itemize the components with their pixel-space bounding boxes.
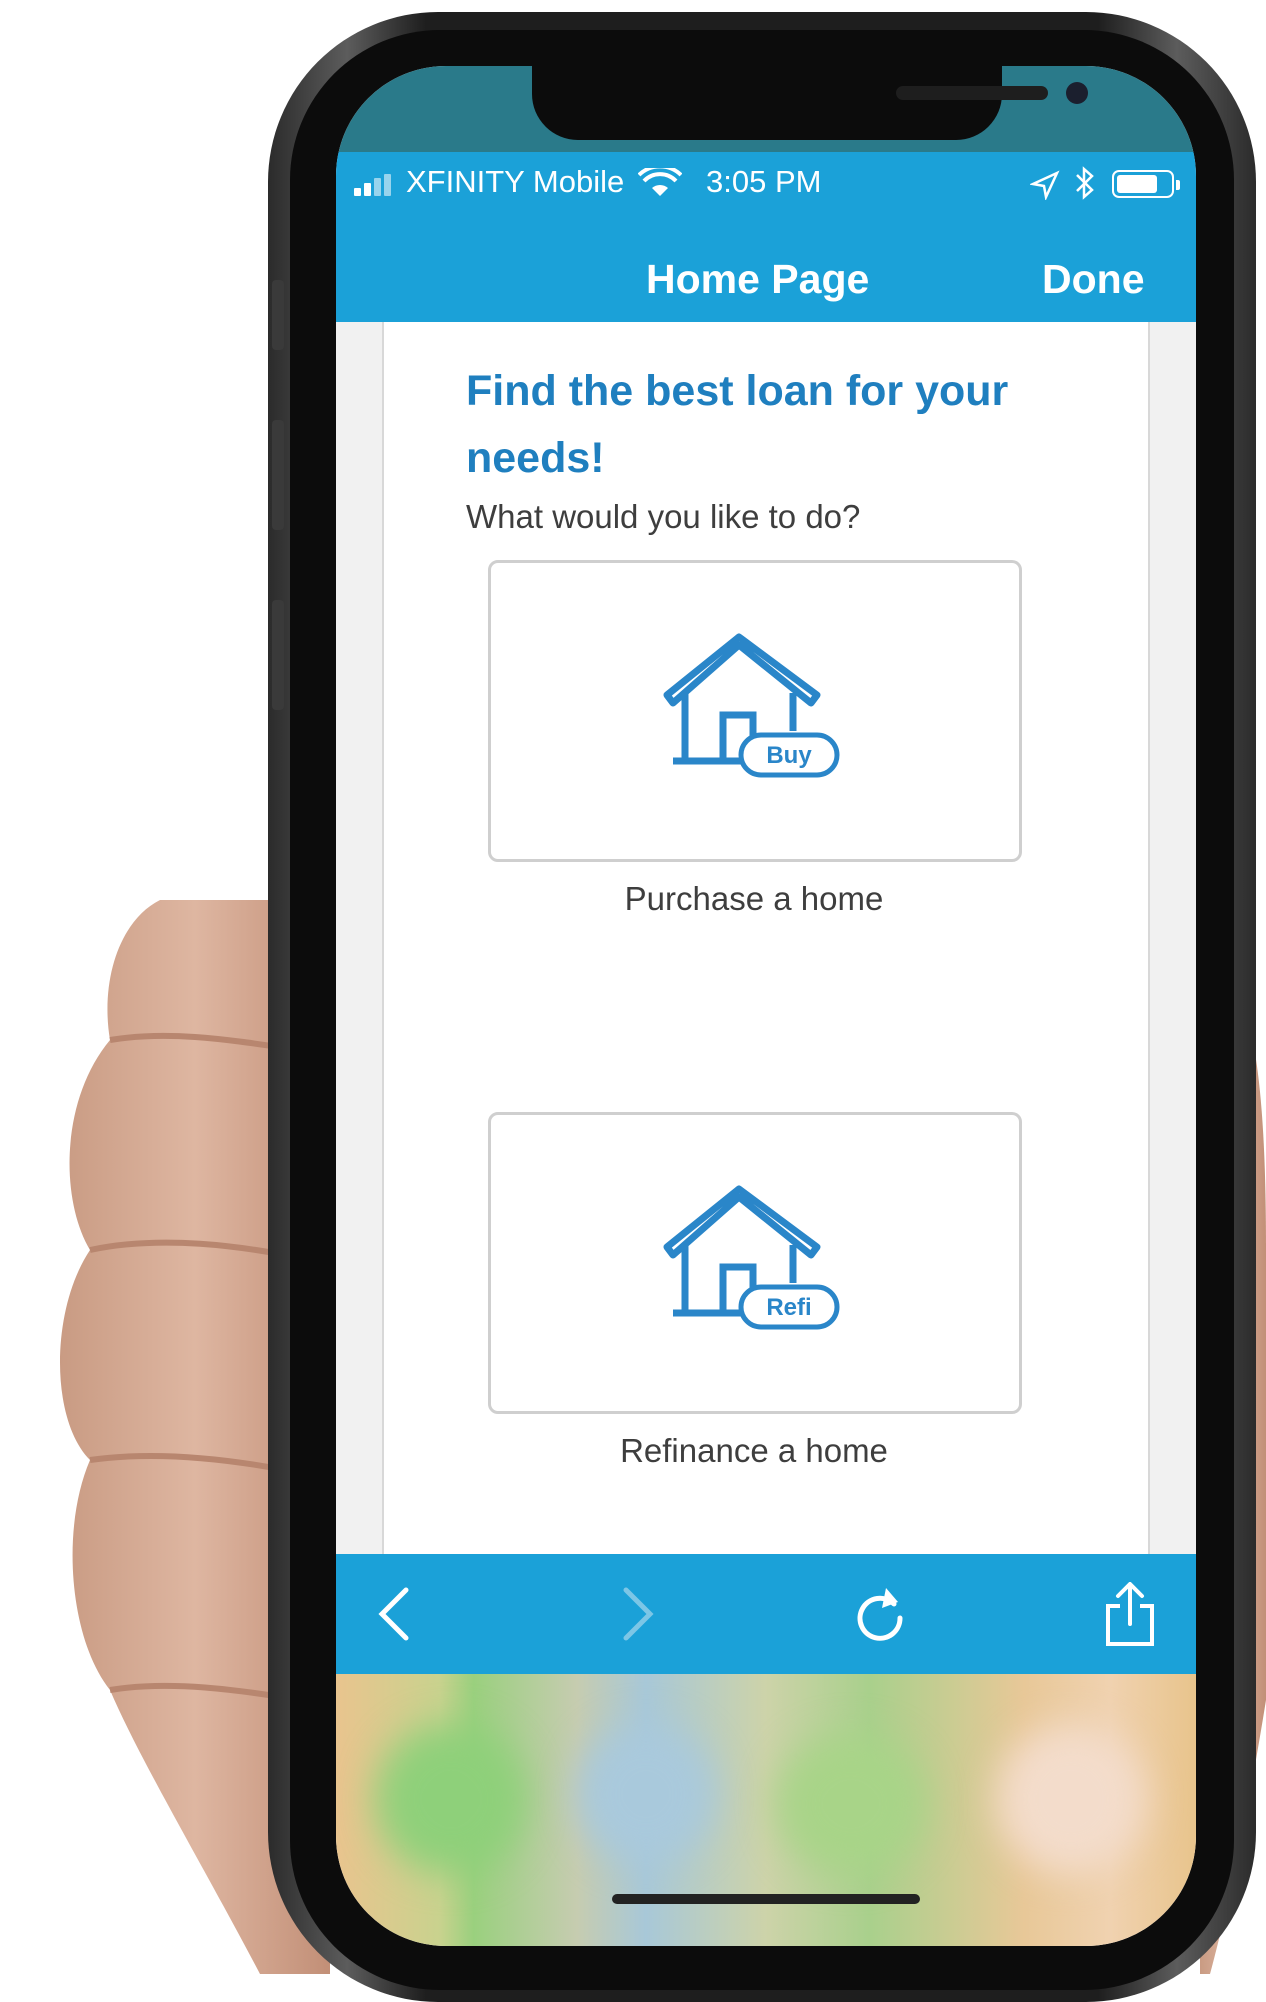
home-screen-wallpaper bbox=[336, 1674, 1196, 1946]
home-indicator[interactable] bbox=[612, 1894, 920, 1904]
reload-icon[interactable] bbox=[848, 1582, 912, 1646]
refi-badge-text: Refi bbox=[766, 1294, 811, 1321]
notch bbox=[532, 66, 1088, 140]
buy-badge-text: Buy bbox=[766, 742, 812, 769]
bluetooth-icon bbox=[1076, 166, 1094, 200]
web-content: Find the best loan for your needs! What … bbox=[336, 322, 1196, 1622]
volume-up-button bbox=[272, 420, 284, 530]
wifi-icon bbox=[638, 168, 682, 196]
back-icon[interactable] bbox=[366, 1582, 430, 1646]
side-button bbox=[272, 280, 284, 350]
volume-down-button bbox=[272, 600, 284, 710]
headline: Find the best loan for your needs! bbox=[466, 367, 1009, 482]
cellular-signal-icon bbox=[354, 174, 400, 196]
share-icon[interactable] bbox=[1098, 1582, 1162, 1646]
forward-icon[interactable] bbox=[602, 1582, 666, 1646]
speaker bbox=[896, 86, 1048, 100]
purchase-option-label[interactable]: Purchase a home bbox=[384, 880, 1124, 918]
question-text: What would you like to do? bbox=[466, 498, 861, 535]
status-time: 3:05 PM bbox=[706, 164, 822, 199]
refinance-option-label[interactable]: Refinance a home bbox=[384, 1432, 1124, 1470]
page-title: Home Page bbox=[646, 256, 870, 302]
carrier-name: XFINITY Mobile bbox=[406, 164, 625, 199]
location-arrow-icon bbox=[1030, 170, 1060, 200]
battery-icon bbox=[1112, 170, 1180, 198]
refinance-option-button[interactable]: Refi bbox=[488, 1112, 1022, 1414]
done-button[interactable]: Done bbox=[1042, 256, 1145, 303]
phone-screen: XFINITY Mobile 3:05 PM Home Page Done Fi… bbox=[336, 66, 1196, 1946]
browser-toolbar bbox=[336, 1554, 1196, 1674]
house-buy-icon: Buy bbox=[663, 633, 840, 778]
status-bar: XFINITY Mobile 3:05 PM bbox=[336, 152, 1196, 212]
house-refi-icon: Refi bbox=[663, 1185, 840, 1330]
front-camera bbox=[1066, 82, 1088, 104]
purchase-option-button[interactable]: Buy bbox=[488, 560, 1022, 862]
content-card: Find the best loan for your needs! What … bbox=[382, 322, 1150, 1622]
